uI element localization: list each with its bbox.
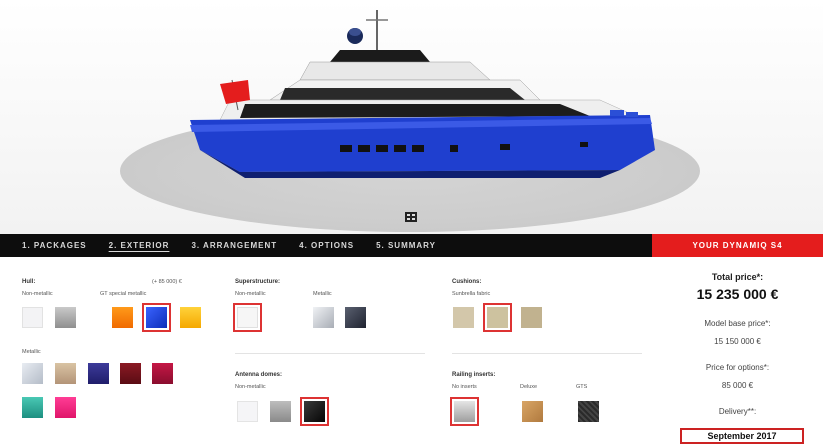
superstructure-title: Superstructure:: [235, 279, 281, 285]
hull-swatch-orange[interactable]: [112, 307, 133, 328]
hull-swatch-pink[interactable]: [55, 397, 76, 418]
gallery-toggle-icon[interactable]: [405, 212, 417, 222]
cushions-fabric-label: Sunbrella fabric: [452, 291, 491, 297]
hull-swatch-crimson[interactable]: [152, 363, 173, 384]
superstructure-metallic-label: Metallic: [313, 291, 332, 297]
options-price-value: 85 000 €: [721, 381, 754, 390]
tab-summary[interactable]: 5. SUMMARY: [376, 241, 436, 250]
railing-no-inserts-label: No inserts: [452, 384, 477, 390]
antenna-swatch-black-selected[interactable]: [300, 397, 329, 426]
hull-swatch-champagne[interactable]: [55, 363, 76, 384]
hull-swatch-yellow[interactable]: [180, 307, 201, 328]
tab-options[interactable]: 4. OPTIONS: [299, 241, 354, 250]
superstructure-non-metallic-label: Non-metallic: [235, 291, 266, 297]
price-summary-panel: Total price*: 15 235 000 € Model base pr…: [652, 257, 823, 444]
hull-metallic-label: Metallic: [22, 349, 41, 355]
cushions-swatch-taupe[interactable]: [521, 307, 542, 328]
delivery-value: September 2017: [680, 428, 804, 444]
delivery-label: Delivery**:: [718, 407, 757, 416]
superstructure-divider: [235, 353, 425, 354]
tab-arrangement[interactable]: 3. ARRANGEMENT: [191, 241, 277, 250]
railing-swatch-deluxe-wood[interactable]: [522, 401, 543, 422]
superstructure-swatch-silver[interactable]: [313, 307, 334, 328]
tab-exterior[interactable]: 2. EXTERIOR: [109, 241, 170, 250]
hull-swatch-burgundy[interactable]: [120, 363, 141, 384]
superstructure-swatch-graphite[interactable]: [345, 307, 366, 328]
railing-swatch-gts-carbon[interactable]: [578, 401, 599, 422]
tab-packages[interactable]: 1. PACKAGES: [22, 241, 87, 250]
hull-swatch-teal[interactable]: [22, 397, 43, 418]
antenna-title: Antenna domes:: [235, 372, 283, 378]
options-price-label: Price for options*:: [705, 363, 770, 372]
cushions-swatch-sand[interactable]: [453, 307, 474, 328]
hull-title: Hull:: [22, 279, 36, 285]
hull-price: (+ 85 000) €: [152, 279, 182, 285]
antenna-swatch-white[interactable]: [237, 401, 258, 422]
hull-swatch-grey[interactable]: [55, 307, 76, 328]
antenna-swatch-grey[interactable]: [270, 401, 291, 422]
hull-special-label: GT special metallic: [100, 291, 147, 297]
hull-swatch-indigo[interactable]: [88, 363, 109, 384]
hull-swatch-blue-selected[interactable]: [142, 303, 171, 332]
cushions-divider: [452, 353, 642, 354]
base-price-label: Model base price*:: [704, 319, 771, 328]
superstructure-swatch-white-selected[interactable]: [233, 303, 262, 332]
cushions-title: Cushions:: [452, 279, 482, 285]
railing-gts-label: GTS: [576, 384, 588, 390]
total-price-label: Total price*:: [711, 272, 764, 282]
hull-swatch-white[interactable]: [22, 307, 43, 328]
configurator-nav: 1. PACKAGES 2. EXTERIOR 3. ARRANGEMENT 4…: [0, 234, 823, 257]
railing-title: Railing inserts:: [452, 372, 496, 378]
hull-swatch-silver[interactable]: [22, 363, 43, 384]
your-model-tab[interactable]: YOUR DYNAMIQ S4: [652, 234, 823, 257]
antenna-non-metallic-label: Non-metallic: [235, 384, 266, 390]
step-tabs: 1. PACKAGES 2. EXTERIOR 3. ARRANGEMENT 4…: [0, 234, 458, 257]
hull-non-metallic-label: Non-metallic: [22, 291, 53, 297]
yacht-render: [190, 10, 655, 178]
yacht-preview: [0, 0, 823, 234]
railing-deluxe-label: Deluxe: [520, 384, 538, 390]
base-price-value: 15 150 000 €: [714, 337, 761, 346]
railing-swatch-none-selected[interactable]: [450, 397, 479, 426]
exterior-options-panel: Hull: (+ 85 000) € Non-metallic GT speci…: [0, 257, 652, 439]
cushions-swatch-beige-selected[interactable]: [483, 303, 512, 332]
total-price-value: 15 235 000 €: [696, 286, 779, 302]
